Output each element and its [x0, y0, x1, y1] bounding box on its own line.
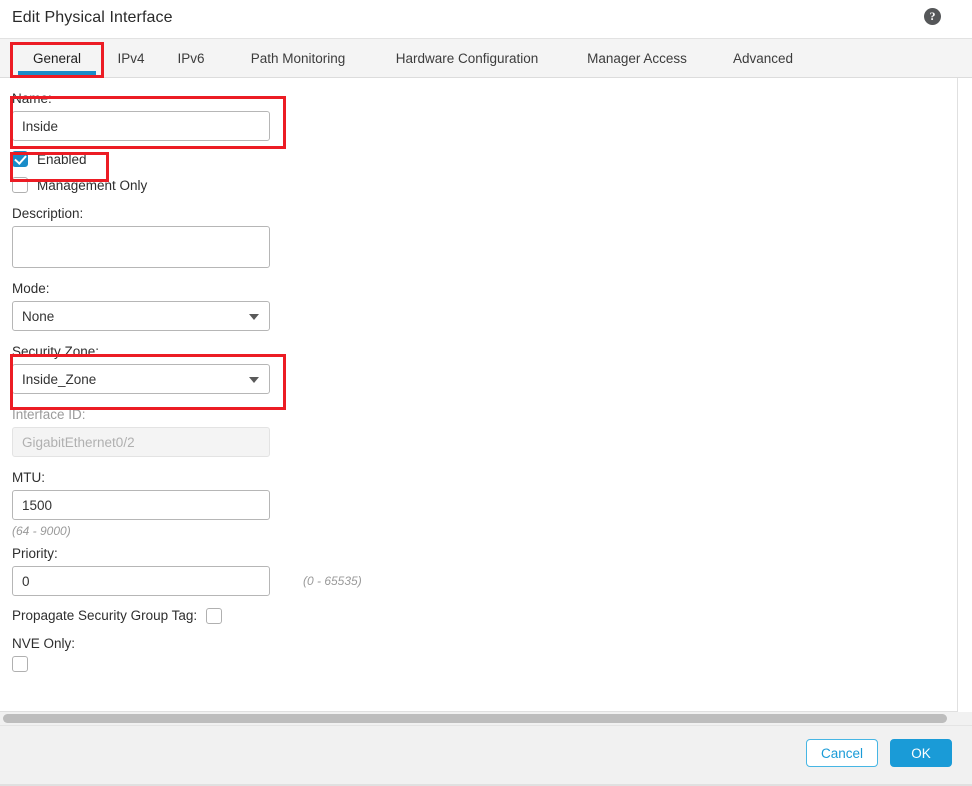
- enabled-label: Enabled: [37, 151, 87, 167]
- tab-bar: General IPv4 IPv6 Path Monitoring Hardwa…: [0, 38, 972, 78]
- mode-select-wrap: [12, 301, 270, 331]
- help-circle-icon[interactable]: ?: [924, 8, 941, 25]
- description-input[interactable]: [12, 226, 270, 268]
- enabled-row: Enabled: [12, 151, 712, 167]
- tab-manager-access-label: Manager Access: [587, 51, 687, 66]
- description-label: Description:: [12, 206, 84, 221]
- edit-physical-interface-dialog: Edit Physical Interface ? General IPv4 I…: [0, 0, 972, 786]
- dialog-footer: Cancel OK: [0, 725, 972, 786]
- enabled-checkbox[interactable]: [12, 151, 28, 167]
- tab-ipv6-label: IPv6: [177, 51, 205, 66]
- page-title: Edit Physical Interface: [12, 9, 173, 26]
- interface-form: Name: Enabled Management Only Descriptio…: [12, 90, 712, 672]
- management-only-row: Management Only: [12, 177, 712, 193]
- security-zone-select-wrap: [12, 364, 270, 394]
- tab-path-monitoring-label: Path Monitoring: [250, 51, 346, 66]
- management-only-label: Management Only: [37, 177, 148, 193]
- tab-advanced-label: Advanced: [732, 51, 794, 66]
- priority-range-hint: (0 - 65535): [303, 574, 362, 588]
- tab-active-underline: [18, 71, 96, 75]
- dialog-titlebar: Edit Physical Interface ?: [0, 0, 972, 38]
- management-only-checkbox[interactable]: [12, 177, 28, 193]
- tab-ipv4[interactable]: IPv4: [112, 39, 150, 78]
- security-zone-select[interactable]: [12, 364, 270, 394]
- ok-button[interactable]: OK: [890, 739, 952, 767]
- propagate-sgt-label: Propagate Security Group Tag:: [12, 608, 198, 623]
- mode-label: Mode:: [12, 281, 50, 296]
- tab-manager-access[interactable]: Manager Access: [581, 39, 693, 78]
- security-zone-label: Security Zone:: [12, 344, 100, 359]
- priority-input[interactable]: [12, 566, 270, 596]
- mtu-range-hint: (64 - 9000): [12, 524, 71, 538]
- horizontal-scroll-thumb[interactable]: [3, 714, 947, 723]
- general-tab-panel: Name: Enabled Management Only Descriptio…: [0, 78, 958, 712]
- tab-ipv4-label: IPv4: [117, 51, 145, 66]
- mtu-input[interactable]: [12, 490, 270, 520]
- mode-select[interactable]: [12, 301, 270, 331]
- tab-general-label: General: [32, 51, 82, 66]
- priority-row: (0 - 65535): [12, 566, 712, 596]
- name-label: Name:: [12, 91, 52, 106]
- tab-hardware-configuration[interactable]: Hardware Configuration: [386, 39, 548, 78]
- name-input[interactable]: [12, 111, 270, 141]
- tab-ipv6[interactable]: IPv6: [172, 39, 210, 78]
- tab-path-monitoring[interactable]: Path Monitoring: [237, 39, 359, 78]
- cancel-button[interactable]: Cancel: [806, 739, 878, 767]
- mtu-label: MTU:: [12, 470, 45, 485]
- tab-general[interactable]: General: [18, 39, 96, 78]
- interface-id-label: Interface ID:: [12, 407, 86, 422]
- tab-advanced[interactable]: Advanced: [725, 39, 801, 78]
- interface-id-input: [12, 427, 270, 457]
- nve-only-label: NVE Only:: [12, 636, 76, 651]
- nve-only-checkbox[interactable]: [12, 656, 28, 672]
- propagate-sgt-row: Propagate Security Group Tag:: [12, 607, 712, 624]
- propagate-sgt-checkbox[interactable]: [206, 607, 223, 624]
- tab-hardware-configuration-label: Hardware Configuration: [395, 51, 539, 66]
- priority-label: Priority:: [12, 546, 58, 561]
